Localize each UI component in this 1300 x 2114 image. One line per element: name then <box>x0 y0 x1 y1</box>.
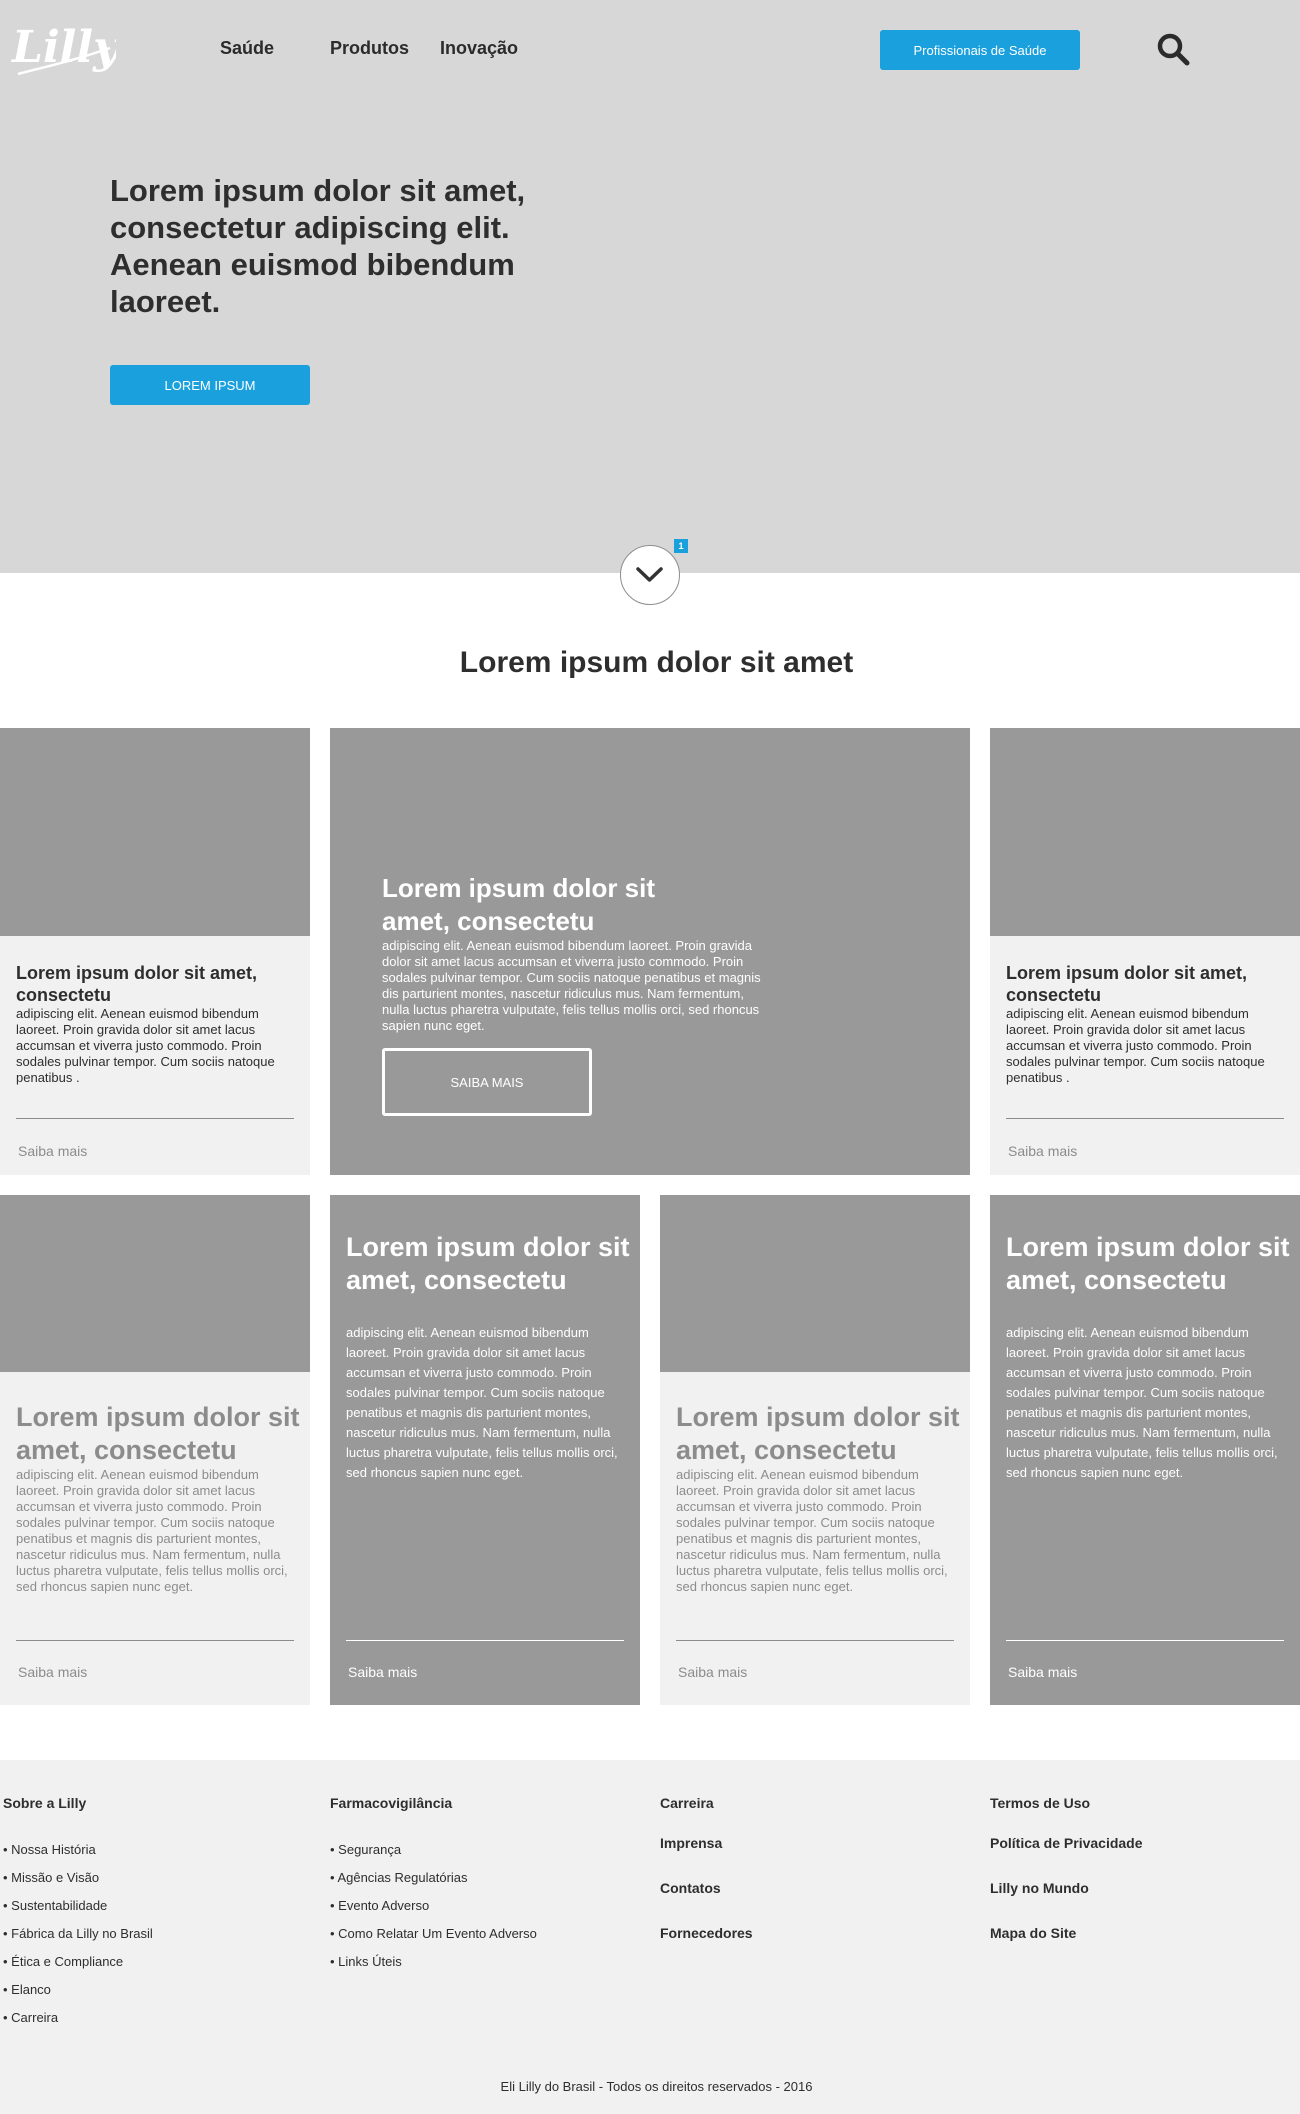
card-row2-4[interactable]: Lorem ipsum dolor sit amet, consectetu a… <box>990 1195 1300 1705</box>
footer-link-contacts[interactable]: Contatos <box>660 1880 721 1896</box>
svg-text:Lilly: Lilly <box>10 22 116 73</box>
card-row2-2[interactable]: Lorem ipsum dolor sit amet, consectetu a… <box>330 1195 640 1705</box>
footer-link-press[interactable]: Imprensa <box>660 1835 722 1851</box>
hero-section: Lilly Saúde Produtos Inovação Profission… <box>0 0 1300 573</box>
copyright: Eli Lilly do Brasil - Todos os direitos … <box>500 2079 813 2094</box>
card-image <box>660 1195 970 1372</box>
hero-cta-button[interactable]: LOREM IPSUM <box>110 365 310 405</box>
feature-card: Lorem ipsum dolor sit amet, consectetu a… <box>330 728 970 1175</box>
footer-link-lilly-world[interactable]: Lilly no Mundo <box>990 1880 1089 1896</box>
footer-link[interactable]: • Carreira <box>3 2010 58 2025</box>
card-divider <box>16 1640 294 1641</box>
card-title: Lorem ipsum dolor sit amet, consectetu <box>676 1402 960 1465</box>
card-3[interactable]: Lorem ipsum dolor sit amet, consectetu a… <box>990 728 1300 1175</box>
card-body: adipiscing elit. Aenean euismod bibendum… <box>346 1325 618 1480</box>
nav-item-inovacao[interactable]: Inovação <box>440 38 518 59</box>
card-image <box>0 728 310 936</box>
card-body: adipiscing elit. Aenean euismod bibendum… <box>16 1006 275 1085</box>
professionals-button[interactable]: Profissionais de Saúde <box>880 30 1080 70</box>
feature-more-button[interactable]: SAIBA MAIS <box>382 1048 592 1116</box>
footer-link[interactable]: • Sustentabilidade <box>3 1898 107 1913</box>
footer-link[interactable]: • Evento Adverso <box>330 1898 429 1913</box>
card-more-link[interactable]: Saiba mais <box>18 1664 87 1680</box>
card-more-link[interactable]: Saiba mais <box>1008 1664 1077 1680</box>
card-1[interactable]: Lorem ipsum dolor sit amet, consectetu a… <box>0 728 310 1175</box>
footer-link[interactable]: • Ética e Compliance <box>3 1954 123 1969</box>
card-title: Lorem ipsum dolor sit amet, consectetu <box>1006 963 1248 1005</box>
footer-heading-about[interactable]: Sobre a Lilly <box>3 1795 86 1811</box>
footer-link[interactable]: • Segurança <box>330 1842 401 1857</box>
card-more-link[interactable]: Saiba mais <box>348 1664 417 1680</box>
nav-item-produtos[interactable]: Produtos <box>330 38 409 59</box>
feature-card-title: Lorem ipsum dolor sit amet, consectetu <box>382 873 656 936</box>
card-divider <box>16 1118 294 1119</box>
scroll-down-button[interactable] <box>620 545 680 605</box>
card-row2-3[interactable]: Lorem ipsum dolor sit amet, consectetu a… <box>660 1195 970 1705</box>
footer-link-terms[interactable]: Termos de Uso <box>990 1795 1090 1811</box>
card-body: adipiscing elit. Aenean euismod bibendum… <box>16 1467 288 1594</box>
card-body: adipiscing elit. Aenean euismod bibendum… <box>1006 1006 1265 1085</box>
card-more-link[interactable]: Saiba mais <box>678 1664 747 1680</box>
card-more-link[interactable]: Saiba mais <box>18 1143 87 1159</box>
card-more-link[interactable]: Saiba mais <box>1008 1143 1077 1159</box>
footer-link[interactable]: • Fábrica da Lilly no Brasil <box>3 1926 153 1941</box>
card-divider <box>1006 1640 1284 1641</box>
nav-item-saude[interactable]: Saúde <box>220 38 274 59</box>
footer-link-career[interactable]: Carreira <box>660 1795 714 1811</box>
search-icon[interactable] <box>1156 32 1192 68</box>
card-body: adipiscing elit. Aenean euismod bibendum… <box>676 1467 948 1594</box>
card-body: adipiscing elit. Aenean euismod bibendum… <box>1006 1325 1278 1480</box>
card-divider <box>346 1640 624 1641</box>
footer-link-suppliers[interactable]: Fornecedores <box>660 1925 753 1941</box>
annotation-badge: 1 <box>674 539 688 553</box>
footer-link[interactable]: • Links Úteis <box>330 1954 402 1969</box>
footer-link-sitemap[interactable]: Mapa do Site <box>990 1925 1076 1941</box>
section-title: Lorem ipsum dolor sit amet <box>459 646 854 679</box>
card-row2-1[interactable]: Lorem ipsum dolor sit amet, consectetu a… <box>0 1195 310 1705</box>
feature-card-body: adipiscing elit. Aenean euismod bibendum… <box>382 938 761 1033</box>
card-title: Lorem ipsum dolor sit amet, consectetu <box>16 1402 300 1465</box>
footer-link[interactable]: • Agências Regulatórias <box>330 1870 468 1885</box>
footer-link[interactable]: • Elanco <box>3 1982 51 1997</box>
card-image <box>0 1195 310 1372</box>
footer-heading-pharmacovigilance[interactable]: Farmacovigilância <box>330 1795 452 1811</box>
card-title: Lorem ipsum dolor sit amet, consectetu <box>346 1232 630 1295</box>
footer-link-privacy[interactable]: Política de Privacidade <box>990 1835 1143 1851</box>
card-image <box>990 728 1300 936</box>
card-divider <box>676 1640 954 1641</box>
hero-title: Lorem ipsum dolor sit amet, consectetur … <box>110 173 526 319</box>
lilly-logo[interactable]: Lilly <box>10 18 122 82</box>
footer: Sobre a Lilly • Nossa História • Missão … <box>0 1760 1300 2114</box>
footer-link[interactable]: • Nossa História <box>3 1842 96 1857</box>
card-title: Lorem ipsum dolor sit amet, consectetu <box>16 963 258 1005</box>
chevron-down-icon <box>636 567 663 582</box>
card-title: Lorem ipsum dolor sit amet, consectetu <box>1006 1232 1290 1295</box>
card-divider <box>1006 1118 1284 1119</box>
footer-link[interactable]: • Como Relatar Um Evento Adverso <box>330 1926 537 1941</box>
footer-link[interactable]: • Missão e Visão <box>3 1870 99 1885</box>
